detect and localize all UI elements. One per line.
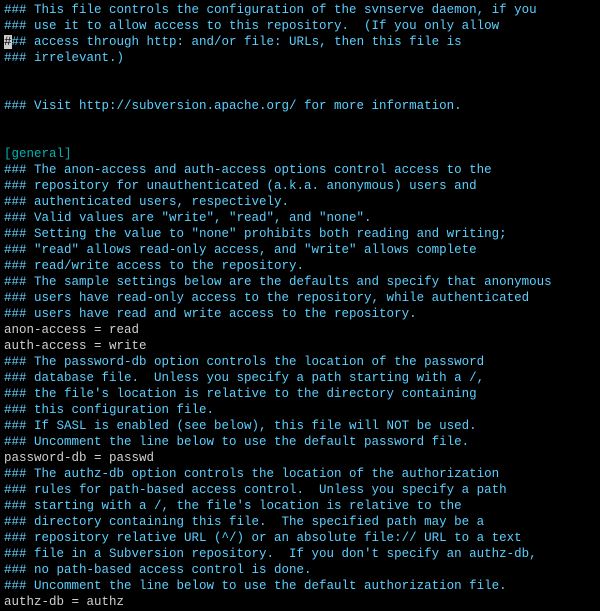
- editor-line: ### This file controls the configuration…: [4, 3, 537, 17]
- editor-line: [4, 114, 596, 130]
- editor-line: ### rules for path-based access control.…: [4, 483, 507, 497]
- editor-line: ### irrelevant.): [4, 51, 124, 65]
- editor-line: ### If SASL is enabled (see below), this…: [4, 419, 477, 433]
- editor-line: ### authenticated users, respectively.: [4, 195, 289, 209]
- editor-line: ### database file. Unless you specify a …: [4, 371, 484, 385]
- editor-line: ### repository relative URL (^/) or an a…: [4, 531, 522, 545]
- editor-line: ### "read" allows read-only access, and …: [4, 243, 477, 257]
- editor-line: ### Visit http://subversion.apache.org/ …: [4, 99, 462, 113]
- editor-line: ### access through http: and/or file: UR…: [4, 35, 462, 49]
- editor-line: ### The authz-db option controls the loc…: [4, 467, 499, 481]
- editor-line: ### this configuration file.: [4, 403, 214, 417]
- editor-line: ### Setting the value to "none" prohibit…: [4, 227, 507, 241]
- editor-line: ### directory containing this file. The …: [4, 515, 484, 529]
- editor-line: ### the file's location is relative to t…: [4, 387, 477, 401]
- editor-line: ### The sample settings below are the de…: [4, 275, 552, 289]
- editor-line: [general]: [4, 147, 72, 161]
- editor-line: password-db = passwd: [4, 451, 154, 465]
- editor-line: ### file in a Subversion repository. If …: [4, 547, 537, 561]
- editor-line: ### Valid values are "write", "read", an…: [4, 211, 372, 225]
- editor-line: ### The password-db option controls the …: [4, 355, 484, 369]
- editor-line: [4, 66, 596, 82]
- editor-line: ### read/write access to the repository.: [4, 259, 304, 273]
- editor-line: ### users have read and write access to …: [4, 307, 417, 321]
- editor-line: auth-access = write: [4, 339, 147, 353]
- editor-line: ### no path-based access control is done…: [4, 563, 312, 577]
- editor-line: ### users have read-only access to the r…: [4, 291, 529, 305]
- editor-line: ### use it to allow access to this repos…: [4, 19, 499, 33]
- editor-line: ### Uncomment the line below to use the …: [4, 579, 507, 593]
- editor-line: ### Uncomment the line below to use the …: [4, 435, 469, 449]
- editor-line: anon-access = read: [4, 323, 139, 337]
- editor-line: ### starting with a /, the file's locati…: [4, 499, 462, 513]
- editor-line: ### repository for unauthenticated (a.k.…: [4, 179, 477, 193]
- editor-text: ## access through http: and/or file: URL…: [12, 35, 462, 49]
- editor-line: authz-db = authz: [4, 595, 124, 609]
- cursor: #: [4, 35, 12, 49]
- editor-line: ### The anon-access and auth-access opti…: [4, 163, 492, 177]
- text-editor-viewport[interactable]: ### This file controls the configuration…: [0, 0, 600, 611]
